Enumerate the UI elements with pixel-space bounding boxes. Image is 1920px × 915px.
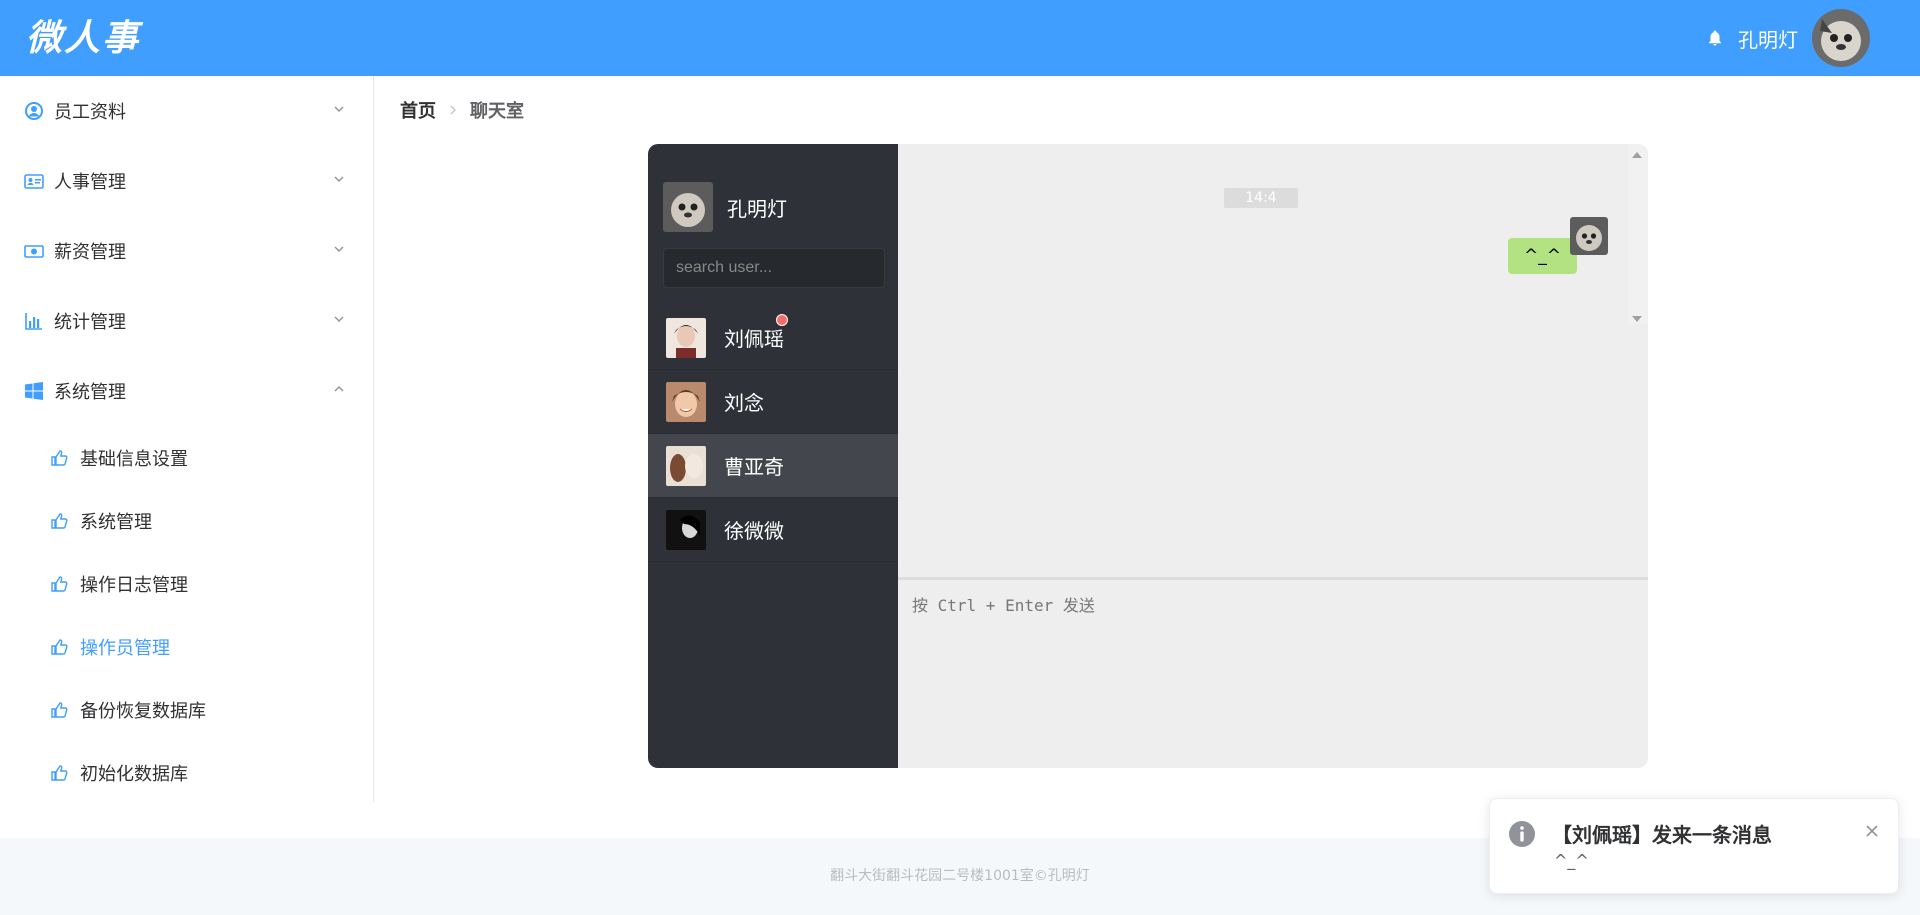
sidebar-item-statistics[interactable]: 统计管理 (0, 286, 373, 356)
current-user-card: 孔明灯 (663, 182, 787, 232)
windows-icon (25, 382, 43, 400)
chat-sidebar: 孔明灯 刘佩瑶 刘念 曹亚奇 (648, 144, 898, 768)
notification-body: ^_^ (1554, 851, 1589, 870)
message-area[interactable]: 14:4 ^_^ (898, 144, 1648, 577)
header-avatar[interactable] (1812, 9, 1870, 67)
submenu-operator[interactable]: 操作员管理 (0, 615, 373, 678)
thumbs-up-icon (51, 449, 68, 466)
chevron-down-icon (334, 176, 344, 182)
sidebar-item-system[interactable]: 系统管理 (0, 356, 373, 426)
submenu-label: 基础信息设置 (80, 448, 188, 470)
app-logo[interactable]: 微人事 (26, 14, 140, 62)
bell-icon[interactable] (1706, 29, 1724, 47)
submenu-label: 操作日志管理 (80, 574, 188, 596)
user-name: 刘佩瑶 (724, 327, 784, 351)
chevron-up-icon (334, 386, 344, 392)
user-list: 刘佩瑶 刘念 曹亚奇 徐微微 (648, 306, 898, 562)
current-user-name: 孔明灯 (727, 196, 787, 221)
avatar (666, 381, 706, 422)
submenu-label: 初始化数据库 (80, 763, 188, 785)
message-input[interactable] (898, 580, 1648, 768)
top-header: 微人事 孔明灯 (0, 0, 1920, 76)
search-user-input[interactable] (663, 248, 885, 288)
sidebar-item-label: 员工资料 (54, 102, 126, 123)
chevron-down-icon (334, 106, 344, 112)
thumbs-up-icon (51, 512, 68, 529)
sidebar-item-label: 统计管理 (54, 312, 126, 333)
chevron-right-icon (450, 105, 456, 115)
close-icon[interactable] (1864, 823, 1880, 839)
avatar (666, 509, 706, 550)
scroll-down-arrow-icon[interactable] (1632, 316, 1642, 322)
avatar (666, 445, 706, 486)
scrollbar[interactable] (1628, 144, 1648, 324)
thumbs-up-icon (51, 764, 68, 781)
sidebar-item-label: 薪资管理 (54, 242, 126, 263)
submenu-label: 系统管理 (80, 511, 152, 533)
thumbs-up-icon (51, 575, 68, 592)
list-item[interactable]: 刘念 (648, 370, 898, 434)
avatar (666, 317, 706, 358)
thumbs-up-icon (51, 701, 68, 718)
message-input-area (898, 577, 1648, 768)
user-circle-icon (25, 102, 43, 120)
list-item[interactable]: 曹亚奇 (648, 434, 898, 498)
sidebar-item-personnel[interactable]: 人事管理 (0, 146, 373, 216)
info-icon (1509, 821, 1535, 847)
sidebar-item-salary[interactable]: 薪资管理 (0, 216, 373, 286)
sidebar-menu: 员工资料 人事管理 薪资管理 统计管理 系统管理 基础信息设置 系统管理 操作日… (0, 76, 374, 802)
breadcrumb-home[interactable]: 首页 (400, 97, 436, 123)
submenu-system[interactable]: 系统管理 (0, 489, 373, 552)
user-name: 曹亚奇 (724, 455, 784, 479)
list-item[interactable]: 刘佩瑶 (648, 306, 898, 370)
user-name: 徐微微 (724, 519, 784, 543)
message-bubble: ^_^ (1508, 238, 1577, 274)
submenu-basic-info[interactable]: 基础信息设置 (0, 426, 373, 489)
chat-main: 14:4 ^_^ (898, 144, 1648, 768)
submenu-label: 备份恢复数据库 (80, 700, 206, 722)
submenu-init-db[interactable]: 初始化数据库 (0, 741, 373, 804)
user-name: 刘念 (724, 391, 764, 415)
submenu-backup[interactable]: 备份恢复数据库 (0, 678, 373, 741)
chevron-down-icon (334, 316, 344, 322)
bar-chart-icon (25, 313, 42, 330)
notification-toast: 【刘佩瑶】发来一条消息 ^_^ (1489, 798, 1899, 894)
sidebar-item-employee[interactable]: 员工资料 (0, 76, 373, 146)
header-username[interactable]: 孔明灯 (1738, 24, 1798, 53)
sidebar-item-label: 人事管理 (54, 172, 126, 193)
breadcrumb: 首页 聊天室 (400, 98, 524, 122)
money-icon (24, 245, 44, 258)
notification-title: 【刘佩瑶】发来一条消息 (1552, 823, 1772, 847)
chevron-down-icon (334, 246, 344, 252)
breadcrumb-current: 聊天室 (470, 101, 524, 122)
message-time: 14:4 (1224, 188, 1298, 208)
header-user-area: 孔明灯 (1706, 9, 1870, 67)
scroll-up-arrow-icon[interactable] (1632, 152, 1642, 158)
thumbs-up-icon (51, 638, 68, 655)
submenu-operation-log[interactable]: 操作日志管理 (0, 552, 373, 615)
sidebar-item-label: 系统管理 (54, 382, 126, 403)
id-card-icon (24, 174, 44, 189)
avatar (1570, 217, 1608, 255)
list-item[interactable]: 徐微微 (648, 498, 898, 562)
unread-dot (776, 314, 788, 326)
chat-window: 孔明灯 刘佩瑶 刘念 曹亚奇 (648, 144, 1648, 768)
avatar (663, 182, 713, 232)
submenu-label: 操作员管理 (80, 637, 170, 659)
